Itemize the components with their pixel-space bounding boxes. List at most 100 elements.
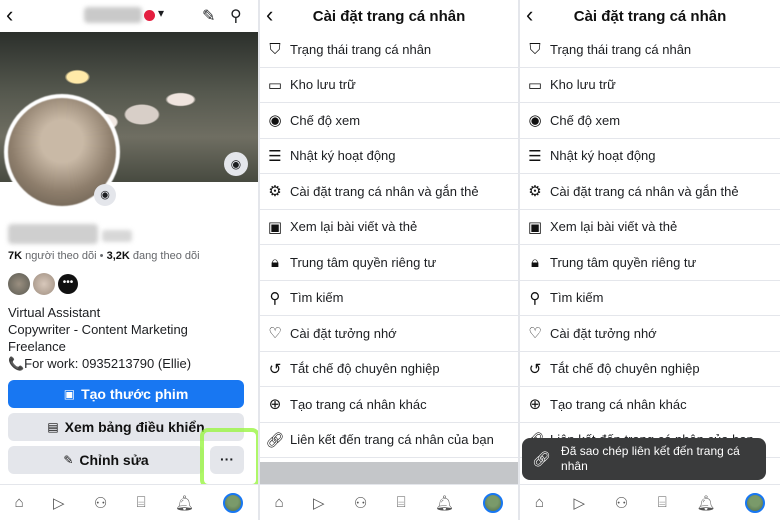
menu-item-profile-status[interactable]: ⛉ Trạng thái trang cá nhân — [520, 32, 780, 68]
menu-item-memorial[interactable]: ♡ Cài đặt tưởng nhớ — [260, 316, 518, 352]
profile-settings-icon: ⚙ — [528, 183, 542, 201]
bottom-nav: ⌂ ▷ ⚇ ⌸ 🔔︎ — [0, 484, 258, 520]
list-icon: ☰ — [528, 147, 542, 165]
search-icon: ⚲ — [529, 289, 541, 307]
profile-settings-icon: ⚙ — [268, 183, 282, 201]
eye-icon: ◉ — [528, 112, 542, 130]
undo-icon: ↺ — [528, 360, 542, 378]
marketplace-icon[interactable]: ⌸ — [137, 494, 146, 511]
friend-avatar[interactable] — [33, 273, 55, 295]
marketplace-icon[interactable]: ⌸ — [397, 494, 406, 511]
undo-icon: ↺ — [268, 360, 282, 378]
menu-item-search[interactable]: ⚲ Tìm kiếm — [520, 281, 780, 316]
dashboard-icon: ▤ — [47, 420, 59, 434]
pencil-icon[interactable]: ✎ — [202, 6, 215, 26]
menu-item-professional-mode[interactable]: ↺ Tắt chế độ chuyên nghiệp — [260, 352, 518, 387]
video-icon[interactable]: ▷ — [574, 494, 586, 512]
copied-link-toast: 🔗︎ Đã sao chép liên kết đến trang cá nhâ… — [522, 438, 766, 480]
archive-icon: ▭ — [267, 76, 283, 94]
menu-item-profile-tagging[interactable]: ⚙ Cài đặt trang cá nhân và gắn thẻ — [260, 174, 518, 210]
link-icon: 🔗︎ — [532, 451, 552, 468]
lock-icon: 🔒︎ — [531, 253, 539, 271]
profile-panel: ‹ ▾ ✎ ⚲ ◉ ◉ 7K người theo dõi • 3,2K đan… — [0, 0, 258, 520]
toast-text: Đã sao chép liên kết đến trang cá nhân — [561, 444, 740, 473]
pencil-icon: ✎ — [63, 453, 74, 467]
settings-header: ‹ Cài đặt trang cá nhân — [260, 0, 518, 32]
bio-line: 📞For work: 0935213790 (Ellie) — [8, 356, 192, 371]
home-icon[interactable]: ⌂ — [15, 494, 24, 511]
review-posts-icon: ▣ — [527, 218, 543, 236]
video-icon[interactable]: ▷ — [313, 494, 325, 512]
profile-name-blurred — [8, 224, 98, 244]
link-icon: 🔗︎ — [265, 431, 285, 449]
followers-count: 7K — [8, 250, 23, 262]
menu-item-review-posts[interactable]: ▣ Xem lại bài viết và thẻ — [260, 210, 518, 245]
shield-icon: ⛉ — [529, 40, 541, 58]
bio-line: Copywriter - Content Marketing — [8, 322, 188, 337]
shield-icon: ⛉ — [269, 40, 281, 58]
camera-icon[interactable]: ◉ — [224, 152, 248, 176]
menu-item-profile-tagging[interactable]: ⚙ Cài đặt trang cá nhân và gắn thẻ — [520, 174, 780, 210]
profile-name-header-blurred — [84, 7, 142, 23]
friend-avatar[interactable] — [8, 273, 30, 295]
add-circle-icon: ⊕ — [528, 396, 542, 414]
friends-icon[interactable]: ⚇ — [615, 494, 628, 512]
menu-item-create-profile[interactable]: ⊕ Tạo trang cá nhân khác — [520, 387, 780, 423]
menu-item-search[interactable]: ⚲ Tìm kiếm — [260, 281, 518, 316]
profile-avatar[interactable] — [483, 492, 504, 513]
follow-stats[interactable]: 7K người theo dõi • 3,2K đang theo dõi — [8, 250, 200, 262]
followers-label: người theo dõi — [25, 250, 97, 262]
bell-icon[interactable]: 🔔︎ — [435, 494, 454, 512]
page-title: Cài đặt trang cá nhân — [573, 7, 727, 25]
video-icon[interactable]: ▷ — [53, 494, 65, 512]
back-chevron-icon[interactable]: ‹ — [266, 4, 286, 27]
menu-item-privacy-center[interactable]: 🔒︎ Trung tâm quyền riêng tư — [520, 245, 780, 281]
chevron-down-icon[interactable]: ▾ — [158, 6, 164, 20]
menu-item-professional-mode[interactable]: ↺ Tắt chế độ chuyên nghiệp — [520, 352, 780, 387]
friends-icon[interactable]: ⚇ — [94, 494, 107, 512]
bell-icon[interactable]: 🔔︎ — [696, 494, 715, 512]
bottom-nav: ⌂ ▷ ⚇ ⌸ 🔔︎ — [520, 484, 780, 520]
bottom-sheet-edge — [260, 462, 518, 484]
menu-item-privacy-center[interactable]: 🔒︎ Trung tâm quyền riêng tư — [260, 245, 518, 281]
marketplace-icon[interactable]: ⌸ — [658, 494, 667, 511]
profile-alt-name-blurred — [102, 230, 132, 242]
reel-icon: ▣ — [63, 387, 76, 401]
profile-avatar[interactable] — [745, 492, 766, 513]
settings-menu: ⛉ Trạng thái trang cá nhân ▭ Kho lưu trữ ◉… — [260, 32, 518, 458]
following-count: 3,2K — [106, 250, 130, 262]
menu-item-activity-log[interactable]: ☰ Nhật ký hoạt động — [260, 139, 518, 174]
edit-profile-button[interactable]: ✎ Chỉnh sửa — [8, 446, 204, 474]
friends-icon[interactable]: ⚇ — [354, 494, 367, 512]
review-posts-icon: ▣ — [267, 218, 283, 236]
archive-icon: ▭ — [527, 76, 543, 94]
menu-item-archive[interactable]: ▭ Kho lưu trữ — [260, 68, 518, 103]
profile-avatar[interactable] — [223, 492, 244, 513]
menu-item-view-as[interactable]: ◉ Chế độ xem — [520, 103, 780, 139]
heart-icon: ♡ — [268, 325, 282, 343]
back-chevron-icon[interactable]: ‹ — [526, 4, 546, 27]
settings-menu: ⛉ Trạng thái trang cá nhân ▭ Kho lưu trữ ◉… — [520, 32, 780, 458]
home-icon[interactable]: ⌂ — [275, 494, 284, 511]
menu-item-view-as[interactable]: ◉ Chế độ xem — [260, 103, 518, 139]
menu-item-activity-log[interactable]: ☰ Nhật ký hoạt động — [520, 139, 780, 174]
menu-item-memorial[interactable]: ♡ Cài đặt tưởng nhớ — [520, 316, 780, 352]
bio-line: Freelance — [8, 339, 66, 354]
more-friends-button[interactable]: ••• — [58, 274, 78, 294]
bell-icon[interactable]: 🔔︎ — [175, 494, 194, 512]
menu-item-profile-status[interactable]: ⛉ Trạng thái trang cá nhân — [260, 32, 518, 68]
menu-item-profile-link[interactable]: 🔗︎Liên kết đến trang cá nhân của bạn — [260, 423, 518, 458]
create-reel-button[interactable]: ▣ Tạo thước phim — [8, 380, 244, 408]
home-icon[interactable]: ⌂ — [535, 494, 544, 511]
bio-line: Virtual Assistant — [8, 305, 101, 320]
camera-icon[interactable]: ◉ — [94, 184, 116, 206]
search-icon[interactable]: ⚲ — [230, 6, 242, 26]
notification-badge — [144, 10, 155, 21]
back-chevron-icon[interactable]: ‹ — [6, 4, 26, 27]
search-icon: ⚲ — [269, 289, 281, 307]
settings-header: ‹ Cài đặt trang cá nhân — [520, 0, 780, 32]
menu-item-create-profile[interactable]: ⊕ Tạo trang cá nhân khác — [260, 387, 518, 423]
menu-item-archive[interactable]: ▭ Kho lưu trữ — [520, 68, 780, 103]
heart-icon: ♡ — [528, 325, 542, 343]
menu-item-review-posts[interactable]: ▣ Xem lại bài viết và thẻ — [520, 210, 780, 245]
